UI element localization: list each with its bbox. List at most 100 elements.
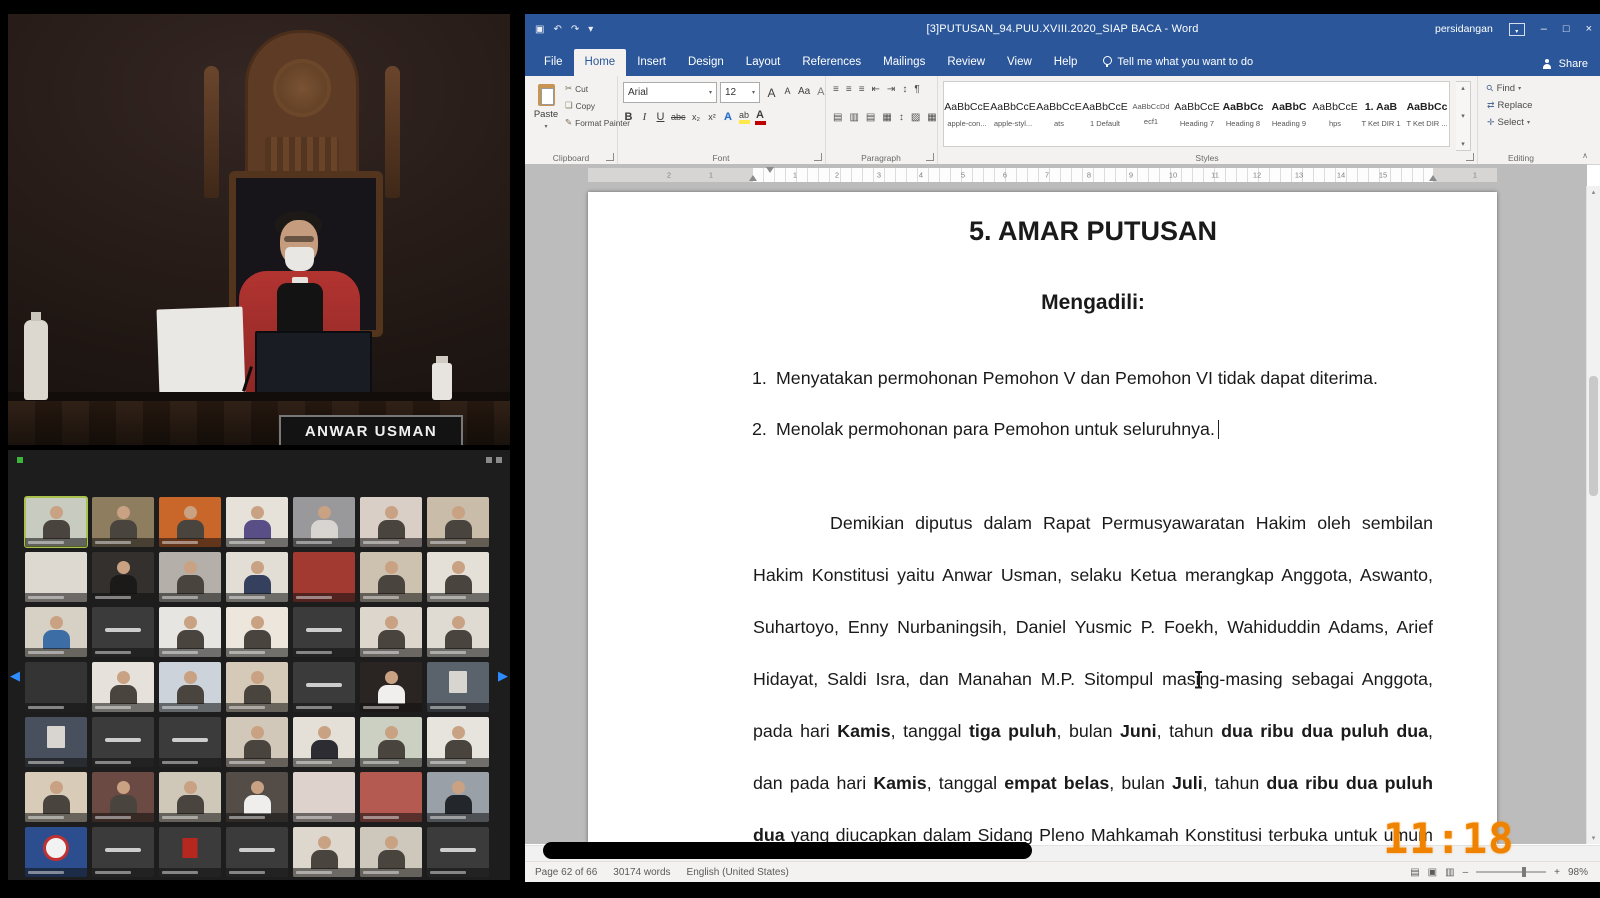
underline-button[interactable]: U [655, 111, 666, 123]
participant-tile[interactable] [159, 607, 221, 657]
pilcrow-button[interactable]: ¶ [914, 84, 919, 95]
scrollbar-thumb[interactable] [1589, 376, 1598, 496]
participant-tile[interactable] [427, 552, 489, 602]
participant-tile[interactable] [360, 772, 422, 822]
style-heading-7[interactable]: AaBbCcEHeading 7 [1174, 82, 1220, 146]
participant-tile[interactable] [427, 662, 489, 712]
participant-tile[interactable] [159, 662, 221, 712]
aj-button[interactable]: ▦ [882, 112, 891, 123]
participant-tile[interactable] [360, 552, 422, 602]
collapse-ribbon-icon[interactable]: ∧ [1582, 151, 1588, 160]
document-page[interactable]: 5. AMAR PUTUSAN Mengadili: 1.Menyatakan … [588, 192, 1497, 844]
word-count[interactable]: 30174 words [613, 867, 670, 878]
fx-button[interactable]: A [723, 111, 734, 123]
shrink-button[interactable]: A [782, 86, 793, 100]
participant-tile[interactable] [25, 772, 87, 822]
participant-tile[interactable] [226, 717, 288, 767]
participant-tile[interactable] [226, 827, 288, 877]
participant-tile[interactable] [427, 772, 489, 822]
participant-tile[interactable] [293, 662, 355, 712]
style-apple-styl-[interactable]: AaBbCcEapple-styl... [990, 82, 1036, 146]
left-indent-marker[interactable] [749, 175, 757, 181]
participant-tile[interactable] [92, 607, 154, 657]
fc-button[interactable]: A [755, 109, 766, 125]
border-button[interactable]: ▦ [927, 112, 936, 123]
participant-tile[interactable] [293, 497, 355, 547]
replace-button[interactable]: ⇄Replace [1487, 100, 1532, 111]
hl-button[interactable]: ab [739, 110, 750, 124]
tab-help[interactable]: Help [1043, 49, 1089, 76]
ar-button[interactable]: ▤ [866, 112, 875, 123]
participant-tile[interactable] [25, 497, 87, 547]
scroll-up-icon[interactable]: ▴ [1587, 188, 1600, 196]
participant-tile[interactable] [25, 552, 87, 602]
scroll-down-icon[interactable]: ▾ [1587, 834, 1600, 842]
participant-tile[interactable] [293, 827, 355, 877]
style-ats[interactable]: AaBbCcEats [1036, 82, 1082, 146]
find-button[interactable]: ⚲Find▾ [1487, 83, 1532, 94]
italic-button[interactable]: I [639, 111, 650, 123]
font-name-box[interactable]: Arial ▾ [623, 82, 717, 103]
participant-tile[interactable] [226, 607, 288, 657]
minimize-button[interactable]: – [1541, 23, 1547, 35]
participant-tile[interactable] [92, 497, 154, 547]
participant-tile[interactable] [25, 607, 87, 657]
font-size-box[interactable]: 12 ▾ [720, 82, 760, 103]
tab-insert[interactable]: Insert [626, 49, 677, 76]
bold-button[interactable]: B [623, 111, 634, 123]
paragraph-dialog-launcher-icon[interactable] [926, 153, 934, 161]
right-indent-marker[interactable] [1429, 175, 1437, 181]
numbering-button[interactable]: ≡ [846, 84, 852, 95]
style-t-ket-dir-1[interactable]: 1. AaBT Ket DIR 1 [1358, 82, 1404, 146]
participant-tile[interactable] [226, 497, 288, 547]
participant-tile[interactable] [25, 827, 87, 877]
style-1-default[interactable]: AaBbCcE1 Default [1082, 82, 1128, 146]
styles-more-icon[interactable]: ▾ [1461, 140, 1465, 148]
participant-tile[interactable] [360, 827, 422, 877]
participant-tile[interactable] [427, 827, 489, 877]
close-button[interactable]: × [1586, 23, 1592, 35]
style-hps[interactable]: AaBbCcEhps [1312, 82, 1358, 146]
al-button[interactable]: ▤ [833, 112, 842, 123]
participant-tile[interactable] [159, 772, 221, 822]
participant-tile[interactable] [293, 607, 355, 657]
zoom-slider[interactable] [1476, 871, 1546, 873]
tab-mailings[interactable]: Mailings [872, 49, 936, 76]
participant-tile[interactable] [25, 662, 87, 712]
tab-home[interactable]: Home [574, 49, 627, 76]
panel-controls-icon[interactable] [486, 457, 502, 463]
sort-button[interactable]: ↕ [902, 84, 907, 95]
participant-tile[interactable] [92, 772, 154, 822]
scroll-down-icon[interactable]: ▾ [1461, 112, 1465, 120]
participant-tile[interactable] [427, 607, 489, 657]
style-apple-con-[interactable]: AaBbCcEapple-con... [944, 82, 990, 146]
participant-tile[interactable] [25, 717, 87, 767]
tab-references[interactable]: References [791, 49, 872, 76]
participant-tile[interactable] [293, 552, 355, 602]
vertical-scrollbar[interactable]: ▴ ▾ [1586, 186, 1600, 844]
print-layout-icon[interactable]: ▣ [1428, 867, 1437, 878]
zoom-level[interactable]: 98% [1568, 867, 1588, 878]
grid-prev-button[interactable]: ◀ [10, 668, 20, 684]
zoom-knob[interactable] [1522, 867, 1526, 877]
tab-view[interactable]: View [996, 49, 1043, 76]
restore-button[interactable]: □ [1563, 23, 1570, 35]
styles-dialog-launcher-icon[interactable] [1466, 153, 1474, 161]
participant-tile[interactable] [226, 552, 288, 602]
participant-tile[interactable] [360, 607, 422, 657]
language-indicator[interactable]: English (United States) [687, 867, 789, 878]
styles-scrollbar[interactable]: ▴ ▾ ▾ [1456, 81, 1471, 151]
participant-tile[interactable] [92, 827, 154, 877]
participant-tile[interactable] [159, 497, 221, 547]
bullets-button[interactable]: ≡ [833, 84, 839, 95]
tell-me-box[interactable]: Tell me what you want to do [1102, 56, 1253, 76]
outdent-button[interactable]: ⇤ [872, 84, 880, 95]
share-button[interactable]: Share [1542, 58, 1588, 70]
zoom-in-icon[interactable]: + [1554, 867, 1560, 878]
style-ecf1[interactable]: AaBbCcDdecf1 [1128, 82, 1174, 146]
ribbon-display-options-icon[interactable]: ▾ [1509, 23, 1525, 36]
style-heading-8[interactable]: AaBbCcHeading 8 [1220, 82, 1266, 146]
participant-tile[interactable] [427, 717, 489, 767]
zoom-out-icon[interactable]: – [1463, 867, 1469, 878]
indent-button[interactable]: ⇥ [887, 84, 895, 95]
